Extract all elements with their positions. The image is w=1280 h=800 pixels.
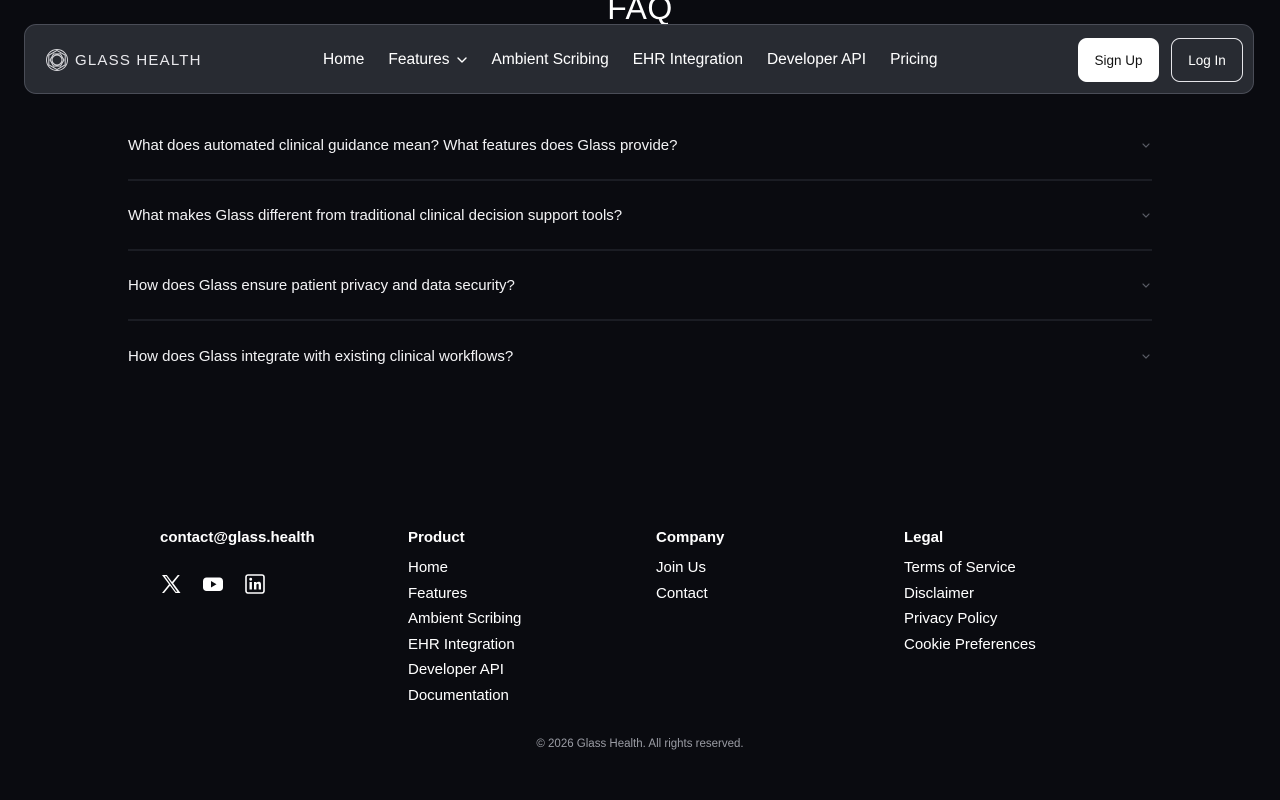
footer-legal-links: Terms of Service Disclaimer Privacy Poli… xyxy=(904,555,1036,657)
faq-question: How does Glass integrate with existing c… xyxy=(128,347,514,365)
nav-link-ambient-scribing[interactable]: Ambient Scribing xyxy=(492,51,609,69)
faq-item[interactable]: How does Glass ensure patient privacy an… xyxy=(128,251,1152,321)
footer-company-links: Join Us Contact xyxy=(656,555,724,606)
navbar: GLASS HEALTH Home Features Ambient Scrib… xyxy=(24,24,1254,94)
footer-company: Company Join Us Contact xyxy=(656,529,724,606)
x-icon[interactable] xyxy=(160,573,182,600)
faq-item[interactable]: What does automated clinical guidance me… xyxy=(128,111,1152,181)
footer-link[interactable]: Join Us xyxy=(656,555,724,581)
chevron-down-icon xyxy=(1140,139,1152,151)
glass-health-logo-icon xyxy=(45,48,69,72)
linkedin-icon[interactable] xyxy=(244,573,266,600)
nav-link-home[interactable]: Home xyxy=(323,51,364,69)
youtube-icon[interactable] xyxy=(202,573,224,600)
chevron-down-icon xyxy=(1140,350,1152,362)
nav-link-pricing[interactable]: Pricing xyxy=(890,51,937,69)
brand-link[interactable]: GLASS HEALTH xyxy=(45,48,202,72)
footer-link[interactable]: Developer API xyxy=(408,657,521,683)
social-links xyxy=(160,573,315,600)
brand-name: GLASS HEALTH xyxy=(75,51,202,69)
footer-link[interactable]: Contact xyxy=(656,581,724,607)
footer-legal: Legal Terms of Service Disclaimer Privac… xyxy=(904,529,1036,657)
sign-up-button[interactable]: Sign Up xyxy=(1078,38,1159,82)
footer-contact: contact@glass.health xyxy=(160,529,315,600)
nav-link-features-label: Features xyxy=(388,51,450,68)
faq-item[interactable]: How does Glass integrate with existing c… xyxy=(128,321,1152,391)
footer-link[interactable]: Features xyxy=(408,581,521,607)
footer-company-title: Company xyxy=(656,529,725,546)
footer-product: Product Home Features Ambient Scribing E… xyxy=(408,529,521,709)
footer-link[interactable]: Documentation xyxy=(408,683,521,709)
chevron-down-icon xyxy=(1140,209,1152,221)
footer-legal-title: Legal xyxy=(904,529,944,546)
contact-email-link[interactable]: contact@glass.health xyxy=(160,529,315,547)
footer-product-links: Home Features Ambient Scribing EHR Integ… xyxy=(408,555,521,709)
nav-link-developer-api[interactable]: Developer API xyxy=(767,51,866,69)
footer-link[interactable]: EHR Integration xyxy=(408,632,521,658)
copyright-text: © 2026 Glass Health. All rights reserved… xyxy=(536,738,744,750)
nav-link-ehr-integration[interactable]: EHR Integration xyxy=(633,51,743,69)
footer-product-title: Product xyxy=(408,529,465,546)
nav-link-features[interactable]: Features xyxy=(388,51,467,69)
footer-link[interactable]: Home xyxy=(408,555,521,581)
chevron-down-icon xyxy=(1140,279,1152,291)
footer-link[interactable]: Terms of Service xyxy=(904,555,1036,581)
chevron-down-icon xyxy=(456,54,468,66)
faq-list: What does automated clinical guidance me… xyxy=(128,111,1152,391)
faq-question: What makes Glass different from traditio… xyxy=(128,206,623,224)
page: FAQ GLASS HEALTH Home Features Ambient S… xyxy=(0,0,1280,800)
footer-link[interactable]: Cookie Preferences xyxy=(904,632,1036,658)
faq-question: How does Glass ensure patient privacy an… xyxy=(128,276,515,294)
log-in-button[interactable]: Log In xyxy=(1171,38,1243,82)
footer-link[interactable]: Disclaimer xyxy=(904,581,1036,607)
faq-question: What does automated clinical guidance me… xyxy=(128,136,678,154)
footer-link[interactable]: Ambient Scribing xyxy=(408,606,521,632)
nav-links: Home Features Ambient Scribing EHR Integ… xyxy=(323,25,937,95)
footer-link[interactable]: Privacy Policy xyxy=(904,606,1036,632)
faq-item[interactable]: What makes Glass different from traditio… xyxy=(128,181,1152,251)
